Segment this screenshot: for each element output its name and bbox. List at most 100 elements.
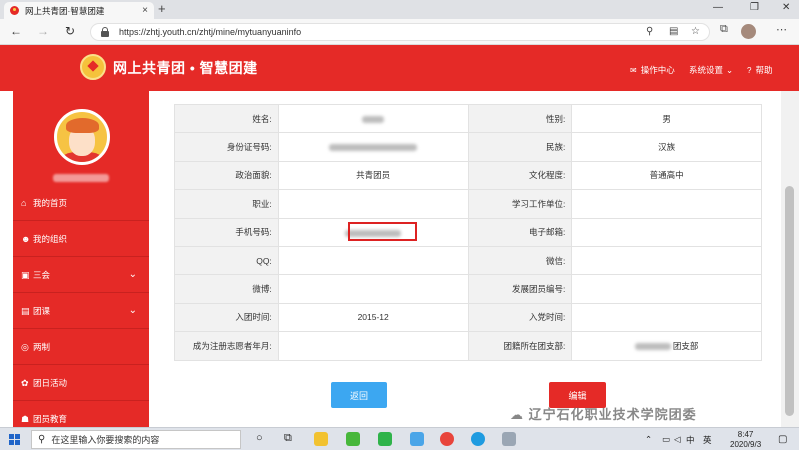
app-icon[interactable] <box>378 432 392 446</box>
sidebar-item-label: 我的组织 <box>33 233 68 244</box>
windows-start-icon[interactable] <box>9 434 20 445</box>
back-button[interactable]: 返回 <box>331 382 387 408</box>
gender-value: 男 <box>571 103 762 134</box>
weibo-value <box>277 274 469 304</box>
system-settings-link[interactable]: 系统设置 ⌄ <box>689 64 733 76</box>
table-row: QQ: 微信: <box>174 245 762 276</box>
sidebar-item-label: 两制 <box>33 341 51 352</box>
tray-expand-icon[interactable]: ⌃ <box>645 434 652 445</box>
group-icon: ☻ <box>21 233 31 244</box>
field-label: QQ: <box>174 245 279 276</box>
redacted-value <box>329 144 418 152</box>
home-icon: ⌂ <box>21 197 27 208</box>
language-indicator[interactable]: 英 <box>703 434 712 446</box>
address-bar-row: ← → ↻ https://zhtj.youth.cn/zhtj/mine/my… <box>0 19 799 45</box>
sidebar-item-system[interactable]: ◎ 两制 <box>13 329 149 365</box>
join-league-date-value: 2015-12 <box>277 302 469 333</box>
field-label: 手机号码: <box>174 217 279 247</box>
volume-icon[interactable]: ◁ <box>674 434 681 445</box>
edge-icon[interactable] <box>471 432 485 446</box>
media-player-icon[interactable] <box>410 432 424 446</box>
operation-center-label: 操作中心 <box>640 65 675 75</box>
table-row: 身份证号码: 民族: 汉族 <box>174 132 762 162</box>
tools-icon[interactable] <box>502 432 516 446</box>
operation-center-link[interactable]: ✉ 操作中心 <box>630 64 675 76</box>
sidebar-item-organization[interactable]: ☻ 我的组织 <box>13 221 149 257</box>
username-blurred <box>53 174 109 182</box>
back-arrow-icon[interactable]: ← <box>10 24 22 38</box>
forward-arrow-icon[interactable]: → <box>37 24 49 38</box>
browser-tab-strip: 网上共青团·智慧团建 × + — ❐ ✕ <box>0 0 799 19</box>
window-maximize-button[interactable]: ❐ <box>750 2 759 13</box>
join-party-date-value <box>571 302 762 333</box>
page-scrollbar[interactable] <box>781 91 799 427</box>
field-label: 入团时间: <box>174 302 279 333</box>
network-icon[interactable]: ▭ <box>662 434 670 445</box>
zoom-icon[interactable]: ⚲ <box>646 26 653 37</box>
field-label: 微博: <box>174 274 279 304</box>
table-row: 微博: 发展团员编号: <box>174 274 762 304</box>
taskbar: ⚲ 在这里输入你要搜索的内容 ○ ⧉ ⌃ ▭ ◁ 中 英 8:47 2020/9… <box>0 427 799 450</box>
sidebar-item-label: 团员教育 <box>33 413 68 424</box>
avatar <box>54 109 110 165</box>
collections-icon[interactable]: ⧉ <box>720 23 728 36</box>
redacted-value <box>634 343 671 351</box>
notification-icon[interactable]: ▢ <box>778 434 787 445</box>
help-link[interactable]: ? 帮助 <box>747 64 772 76</box>
sidebar: ⌂ 我的首页 ☻ 我的组织 ▣ 三会 ⌄ ▤ 团课 ⌄ ◎ 两制 ✿ 团日活动 … <box>13 91 149 427</box>
table-row: 姓名: 性别: 男 <box>174 103 762 134</box>
sidebar-item-label: 三会 <box>33 269 51 280</box>
sidebar-item-course[interactable]: ▤ 团课 ⌄ <box>13 293 149 329</box>
refresh-icon[interactable]: ↻ <box>65 24 75 38</box>
field-label: 民族: <box>467 132 573 162</box>
sidebar-item-activity[interactable]: ✿ 团日活动 <box>13 365 149 401</box>
education-level-value: 普通高中 <box>571 160 762 191</box>
scrollbar-thumb[interactable] <box>785 186 794 416</box>
field-label: 成为注册志愿者年月: <box>174 331 279 361</box>
table-row: 手机号码: 电子邮箱: <box>174 217 762 247</box>
meeting-icon: ▣ <box>21 269 30 280</box>
taskbar-search-input[interactable]: ⚲ 在这里输入你要搜索的内容 <box>31 430 241 449</box>
member-info-table: 姓名: 性别: 男 身份证号码: 民族: 汉族 政治面貌: 共青团员 文化程度:… <box>174 103 762 361</box>
clock-time: 8:47 <box>737 430 754 439</box>
browser-tab[interactable]: 网上共青团·智慧团建 × <box>4 2 154 19</box>
cortana-icon[interactable]: ○ <box>256 432 263 444</box>
tab-title: 网上共青团·智慧团建 <box>25 5 105 16</box>
wechat-logo-icon: ☁ <box>510 407 529 422</box>
field-label: 身份证号码: <box>174 132 279 162</box>
clock[interactable]: 8:47 2020/9/3 <box>730 430 761 450</box>
file-explorer-icon[interactable] <box>314 432 328 446</box>
wechat-icon[interactable] <box>346 432 360 446</box>
phone-highlight-box <box>348 222 417 241</box>
ime-indicator[interactable]: 中 <box>686 434 695 446</box>
favorite-star-icon[interactable]: ☆ <box>691 26 700 37</box>
field-label: 学习工作单位: <box>467 189 573 219</box>
redacted-value <box>362 115 385 123</box>
profile-avatar[interactable] <box>741 24 756 39</box>
email-value <box>571 217 762 247</box>
sidebar-item-meetings[interactable]: ▣ 三会 ⌄ <box>13 257 149 293</box>
field-label: 入党时间: <box>467 302 573 333</box>
sidebar-item-label: 我的首页 <box>33 197 68 208</box>
site-title: 网上共青团 • 智慧团建 <box>113 60 258 76</box>
window-minimize-button[interactable]: — <box>713 2 723 13</box>
more-menu-icon[interactable]: ⋯ <box>776 23 787 36</box>
field-label: 职业: <box>174 189 279 219</box>
chevron-down-icon: ⌄ <box>726 64 734 75</box>
window-close-button[interactable]: ✕ <box>782 2 790 13</box>
tab-close-icon[interactable]: × <box>142 5 148 16</box>
chevron-down-icon: ⌄ <box>128 269 137 280</box>
system-settings-label: 系统设置 <box>689 65 724 75</box>
sidebar-item-education[interactable]: ☗ 团员教育 <box>13 401 149 427</box>
watermark-text: 辽宁石化职业技术学院团委 <box>528 407 697 422</box>
task-view-icon[interactable]: ⧉ <box>284 432 292 445</box>
sidebar-item-home[interactable]: ⌂ 我的首页 <box>13 185 149 221</box>
chrome-icon[interactable] <box>440 432 454 446</box>
new-tab-button[interactable]: + <box>158 1 166 16</box>
activity-icon: ✿ <box>21 377 29 388</box>
field-label: 政治面貌: <box>174 160 279 191</box>
site-header: 网上共青团 • 智慧团建 ✉ 操作中心 系统设置 ⌄ ? 帮助 <box>0 45 799 91</box>
reading-view-icon[interactable]: ▤ <box>669 26 678 37</box>
url-field[interactable]: https://zhtj.youth.cn/zhtj/mine/mytuanyu… <box>90 23 710 41</box>
help-label: 帮助 <box>755 65 773 75</box>
